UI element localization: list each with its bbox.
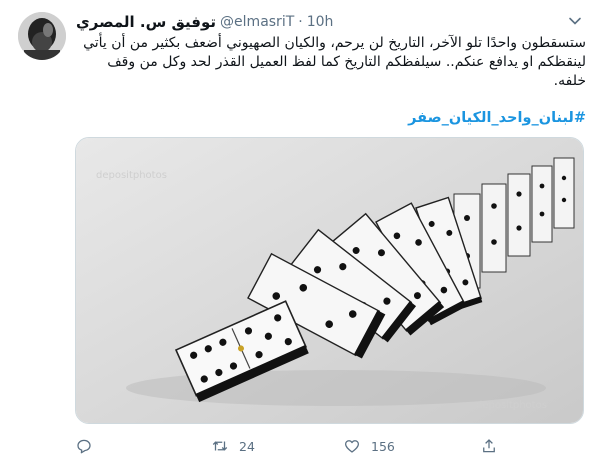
author-handle[interactable]: @elmasriT bbox=[220, 14, 294, 30]
chevron-down-icon[interactable] bbox=[566, 12, 584, 30]
hashtag-link[interactable]: #لبنان_واحد_الكيان_صفر bbox=[76, 110, 586, 126]
like-button[interactable]: 156 bbox=[343, 434, 395, 458]
tweet-text: ستسقطون واحدًا تلو الآخر، التاريخ لن يرح… bbox=[83, 35, 586, 89]
tweet-media[interactable]: depositphotos depositphotos bbox=[75, 137, 584, 424]
author-name[interactable]: توفيق س. المصري bbox=[76, 13, 216, 31]
heart-icon bbox=[344, 440, 360, 453]
retweet-button[interactable]: 24 bbox=[211, 434, 255, 458]
tweet[interactable]: توفيق س. المصري @elmasriT · 10h ستسقطون … bbox=[0, 0, 599, 467]
tweet-actions: 24 156 bbox=[75, 434, 515, 458]
reply-icon bbox=[77, 439, 91, 454]
separator-dot: · bbox=[298, 14, 303, 30]
dominoes-image: depositphotos depositphotos bbox=[76, 138, 583, 423]
svg-text:depositphotos: depositphotos bbox=[96, 170, 167, 181]
retweet-count: 24 bbox=[239, 438, 255, 454]
avatar[interactable] bbox=[18, 12, 66, 60]
svg-text:depositphotos: depositphotos bbox=[476, 400, 547, 411]
tweet-header: توفيق س. المصري @elmasriT · 10h bbox=[76, 12, 376, 32]
retweet-icon bbox=[212, 441, 228, 451]
share-button[interactable] bbox=[480, 434, 508, 458]
tweet-time[interactable]: 10h bbox=[307, 14, 334, 30]
share-icon bbox=[483, 439, 495, 453]
like-count: 156 bbox=[371, 438, 395, 454]
reply-button[interactable] bbox=[75, 434, 103, 458]
